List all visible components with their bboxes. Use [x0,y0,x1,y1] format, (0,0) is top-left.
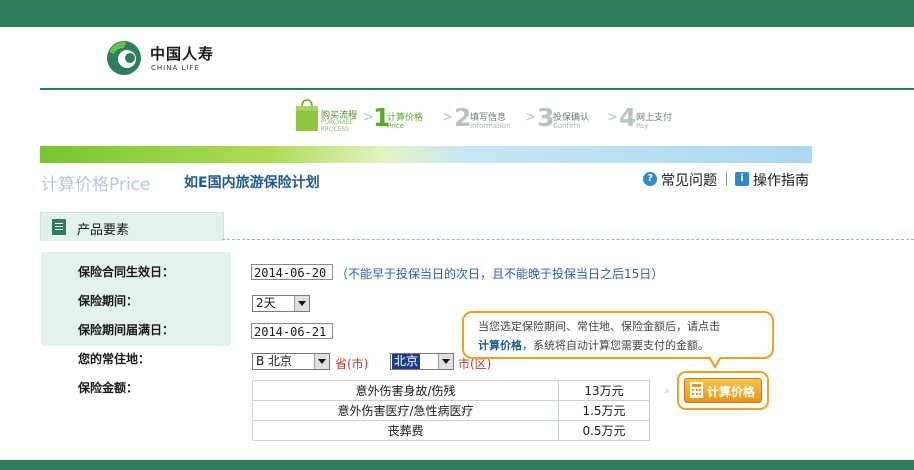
link-divider [726,172,727,186]
plan-name: 如E国内旅游保险计划 [184,175,320,191]
step-2-number: 2 [454,103,472,132]
calculate-price-label: 计算价格 [707,385,756,399]
table-row: 意外伤害身故/伤残 13万元 [252,380,650,401]
tooltip-pointer-inner [710,356,720,365]
step-2-label-en: Information [470,122,511,130]
chevron-down-icon[interactable] [294,296,309,311]
tooltip-line-2: 计算价格，系统将自动计算您需要支付的金额。 [478,337,709,353]
brand-name-en: CHINA LIFE [151,64,200,72]
calculator-icon [690,382,703,398]
china-life-logo[interactable]: 中国人寿 CHINA LIFE [106,40,236,80]
tooltip-line-2-rest: ，系统将自动计算您需要支付的金额。 [522,339,709,352]
section-divider [222,239,914,240]
tab-label: 产品要素 [77,223,130,238]
step-3-label-en: Confirm [553,122,581,130]
step-separator: > [607,110,618,125]
effective-date-hint: （不能早于投保当日的次日，且不能晚于投保当日之后15日） [336,267,664,281]
city-select[interactable]: 北京 [390,353,454,370]
table-row: 丧葬费 0.5万元 [252,420,650,441]
top-banner [0,0,914,27]
effective-date-label: 保险合同生效日： [78,265,175,279]
step-1-label-en: Price [387,122,405,130]
province-select[interactable]: B 北京 [252,353,330,370]
guide-label: 操作指南 [753,173,809,189]
step-separator: > [442,110,453,125]
document-icon [52,219,66,235]
calc-tooltip: 当您选定保险期间、常住地、保险金额后，请点击 计算价格，系统将自动计算您需要支付… [462,311,774,359]
china-life-logo-icon [107,41,141,75]
brand-name-cn: 中国人寿 [150,45,215,63]
step-3-number: 3 [537,103,555,132]
question-icon: ? [643,172,657,186]
step-4-label-en: Pay [636,122,649,130]
tooltip-line-1: 当您选定保险期间、常住地、保险金额后，请点击 [478,320,720,333]
coverage-table: 意外伤害身故/伤残 13万元 意外伤害医疗/急性病医疗 1.5万元 丧葬费 0.… [252,380,650,441]
coverage-item: 丧葬费 [252,420,559,441]
tab-product-elements[interactable]: 产品要素 [40,212,224,241]
coverage-amount: 1.5万元 [558,400,650,421]
city-select-value: 北京 [392,354,421,369]
coverage-amount: 0.5万元 [558,420,650,441]
coverage-item: 意外伤害医疗/急性病医疗 [252,400,559,421]
footer-banner [0,460,914,470]
province-unit: 省(市) [335,357,369,371]
page-title: 计算价格Price [41,175,151,195]
step-separator: > [525,110,536,125]
period-label: 保险期间： [78,294,139,308]
coverage-item: 意外伤害身故/伤残 [252,380,559,401]
amount-label: 保险金额： [78,381,139,395]
province-select-value: B 北京 [256,354,293,368]
faq-label: 常见问题 [661,173,717,189]
period-select[interactable]: 2天 [252,295,310,312]
process-title-en-1: PURCHASE [321,119,354,126]
period-select-value: 2天 [256,296,276,310]
chevron-down-icon[interactable] [314,354,329,369]
shopping-bag-icon [296,99,318,131]
effective-date-input[interactable]: 2014-06-20 [251,264,333,280]
purchase-process-steps: 购买流程 PURCHASE PROCESS > 1 计算价格 Price > 2… [295,98,695,138]
info-icon: i [735,172,749,186]
coverage-amount: 13万元 [558,380,650,401]
step-4-number: 4 [619,103,637,132]
process-title-en-2: PROCESS [321,126,350,133]
arrow-icon: » [664,386,671,397]
calculate-price-button[interactable]: 计算价格 [684,378,762,403]
expiry-date-field: 2014-06-21 [251,323,333,339]
expiry-date-label: 保险期间届满日： [78,323,175,337]
table-row: 意外伤害医疗/急性病医疗 1.5万元 [252,400,650,421]
header-divider [40,88,914,90]
tooltip-emphasis: 计算价格 [478,339,522,352]
header-gradient-bar [40,146,812,163]
chevron-down-icon[interactable] [438,354,453,369]
residence-label: 您的常住地： [78,352,151,366]
